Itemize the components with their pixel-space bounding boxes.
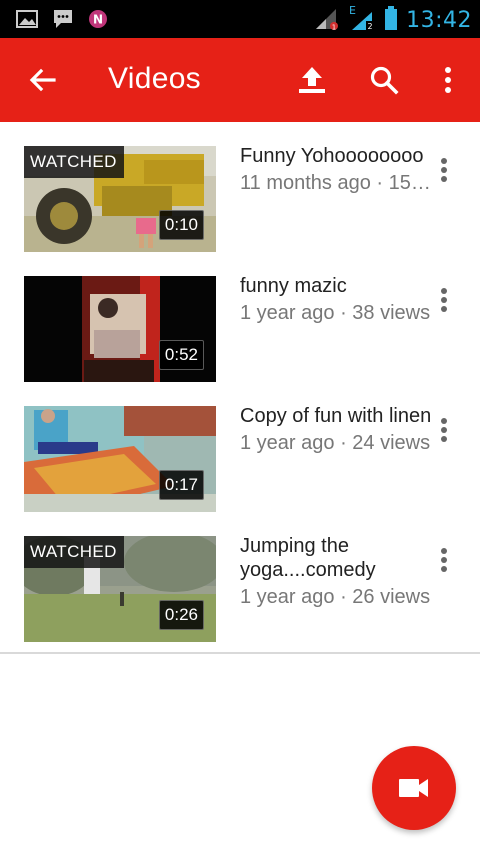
video-list: WATCHED 0:10 Funny Yohoooooooo 11 months… <box>0 122 480 654</box>
video-camera-icon <box>399 779 428 797</box>
video-info[interactable]: Copy of fun with linen 1 year ago · 24 v… <box>240 404 436 456</box>
video-item[interactable]: 0:52 funny mazic 1 year ago · 38 views <box>0 252 480 382</box>
video-info[interactable]: Funny Yohoooooooo 11 months ago · 15 vie… <box>240 144 436 196</box>
more-vert-icon <box>441 288 447 312</box>
svg-text:E: E <box>349 4 356 17</box>
video-info[interactable]: Jumping the yoga....comedy 1 year ago · … <box>240 534 436 610</box>
video-item[interactable]: WATCHED 0:10 Funny Yohoooooooo 11 months… <box>0 122 480 252</box>
signal-icon: 1 <box>314 5 340 36</box>
video-options-button[interactable] <box>432 152 456 188</box>
video-thumbnail[interactable]: 0:17 <box>24 406 216 512</box>
n-app-icon: N <box>88 9 108 34</box>
status-bar: N 1 E2 13:42 <box>0 0 480 38</box>
image-icon <box>16 9 38 34</box>
upload-button[interactable] <box>292 60 332 100</box>
video-meta: 1 year ago · 24 views <box>240 432 431 454</box>
video-title: Jumping the yoga....comedy <box>240 535 376 581</box>
video-thumbnail[interactable]: 0:52 <box>24 276 216 382</box>
video-thumbnail[interactable]: WATCHED 0:10 <box>24 146 216 252</box>
video-options-button[interactable] <box>432 542 456 578</box>
more-vert-icon <box>441 158 447 182</box>
video-item[interactable]: WATCHED 0:26 Jumping the yoga....comedy … <box>0 512 480 642</box>
svg-text:1: 1 <box>332 24 336 32</box>
video-title: funny mazic <box>240 275 347 297</box>
search-icon <box>370 66 399 95</box>
more-vert-icon <box>441 548 447 572</box>
video-meta: 1 year ago · 38 views <box>240 302 431 324</box>
data-e-icon: E2 <box>348 4 376 37</box>
video-meta: 11 months ago · 15 views <box>240 172 436 194</box>
list-divider <box>0 652 480 654</box>
more-options-button[interactable] <box>428 60 468 100</box>
watched-badge: WATCHED <box>24 536 124 568</box>
video-duration: 0:52 <box>158 340 204 370</box>
video-title: Copy of fun with linen <box>240 405 432 427</box>
video-item[interactable]: 0:17 Copy of fun with linen 1 year ago ·… <box>0 382 480 512</box>
upload-icon <box>299 67 325 93</box>
record-video-button[interactable] <box>372 746 456 830</box>
video-meta: 1 year ago · 26 views <box>240 586 431 608</box>
video-options-button[interactable] <box>432 282 456 318</box>
arrow-left-icon <box>29 68 56 92</box>
page-title: Videos <box>108 62 201 95</box>
search-button[interactable] <box>364 60 404 100</box>
video-info[interactable]: funny mazic 1 year ago · 38 views <box>240 274 436 326</box>
back-button[interactable] <box>22 60 62 100</box>
video-duration: 0:10 <box>158 210 204 240</box>
video-duration: 0:26 <box>158 600 204 630</box>
battery-icon <box>384 6 398 35</box>
more-vert-icon <box>441 418 447 442</box>
video-options-button[interactable] <box>432 412 456 448</box>
svg-text:2: 2 <box>368 22 373 31</box>
more-vert-icon <box>445 67 451 93</box>
video-title: Funny Yohoooooooo <box>240 145 424 167</box>
video-thumbnail[interactable]: WATCHED 0:26 <box>24 536 216 642</box>
svg-text:N: N <box>93 13 103 27</box>
chat-icon <box>52 8 74 35</box>
clock: 13:42 <box>406 8 472 33</box>
app-bar: Videos <box>0 38 480 122</box>
video-duration: 0:17 <box>158 470 204 500</box>
watched-badge: WATCHED <box>24 146 124 178</box>
